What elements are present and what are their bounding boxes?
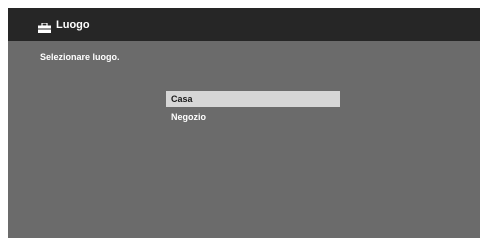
- page-title: Luogo: [56, 18, 90, 31]
- instruction-text: Selezionare luogo.: [40, 52, 120, 62]
- title-bar: Luogo: [8, 8, 480, 41]
- option-casa[interactable]: Casa: [166, 91, 340, 107]
- location-option-list: Casa Negozio: [166, 91, 340, 127]
- option-negozio[interactable]: Negozio: [166, 109, 340, 125]
- toolbox-icon: [38, 20, 51, 33]
- settings-screen: Luogo Selezionare luogo. Casa Negozio: [8, 8, 480, 238]
